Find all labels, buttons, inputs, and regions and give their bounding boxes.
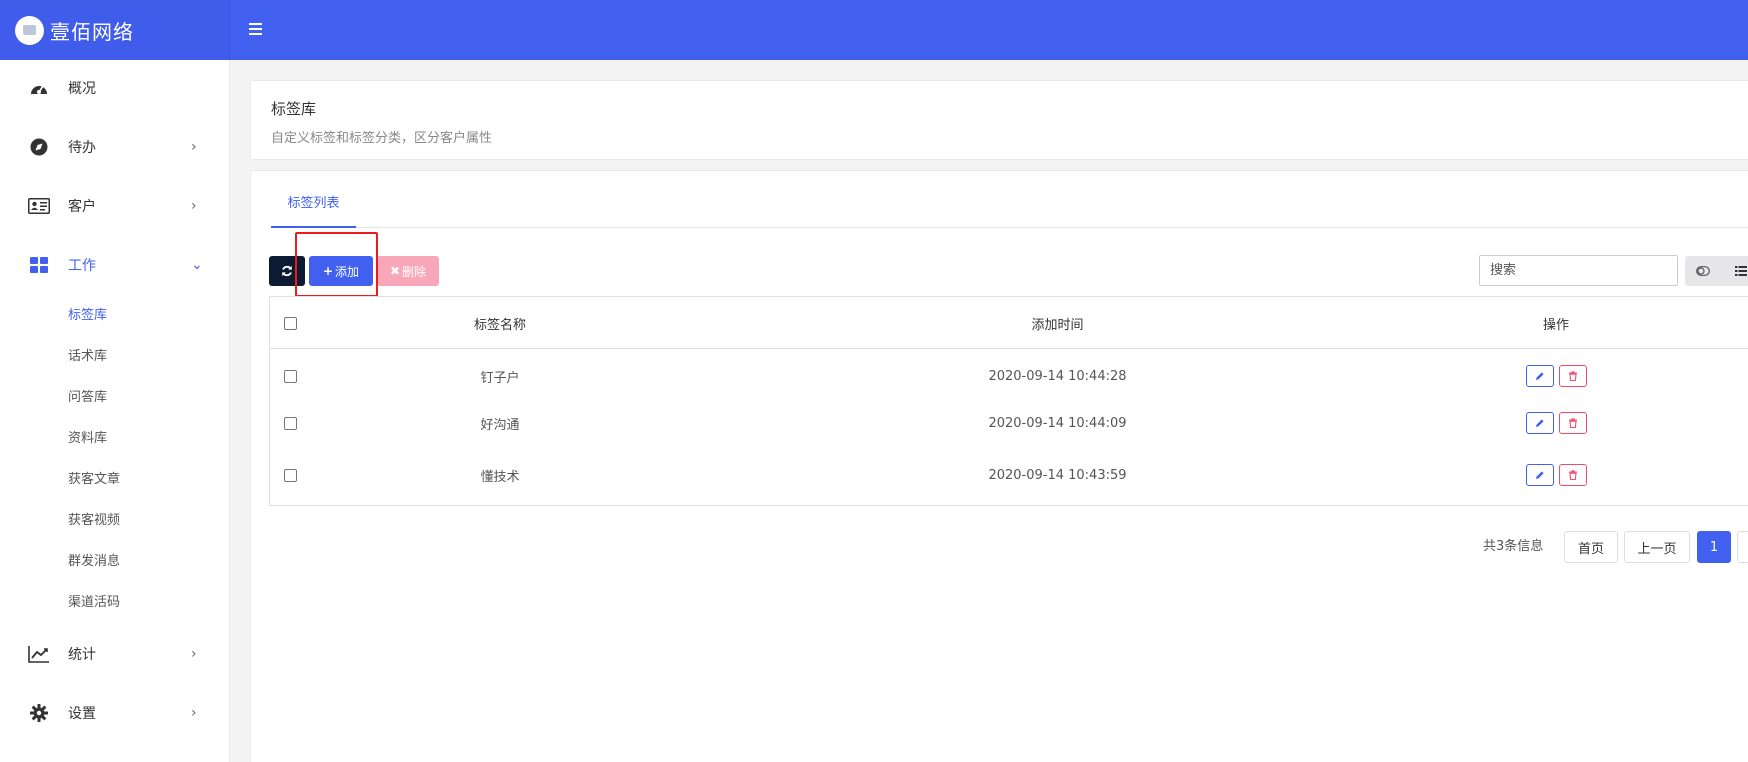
sidebar-item-overview[interactable]: 概况 <box>0 66 230 110</box>
top-header: 壹佰网络 <box>0 0 1748 60</box>
list-view-button[interactable] <box>1723 256 1748 286</box>
sidebar-subitem-videos[interactable]: 获客视频 <box>68 509 120 528</box>
sidebar-item-label: 待办 <box>68 140 96 156</box>
sidebar-subitem-channel-code[interactable]: 渠道活码 <box>68 591 120 610</box>
tag-name: 好沟通 <box>480 417 520 433</box>
menu-toggle-icon[interactable] <box>249 23 262 35</box>
prev-page-button[interactable]: 上一页 <box>1624 531 1690 563</box>
toggle-view-button[interactable] <box>1685 256 1721 286</box>
edit-button[interactable] <box>1525 412 1554 434</box>
column-header: 标签名称 <box>473 317 526 333</box>
row-checkbox[interactable] <box>283 369 297 383</box>
compass-icon <box>28 137 50 157</box>
trash-icon <box>1568 470 1577 480</box>
id-card-icon <box>28 196 50 216</box>
sidebar-subitem-qa-library[interactable]: 问答库 <box>68 386 107 405</box>
delete-button-label: 删除 <box>402 264 427 279</box>
sidebar-subitem-script-library[interactable]: 话术库 <box>68 345 107 364</box>
tag-table: 标签名称 添加时间 操作 钉子户 2020-09-14 10:44:28 好沟通… <box>269 296 1748 506</box>
sidebar: 概况 待办 › 客户 › 工作 ⌄ 标签库 话术库 问答库 资料库 获客文章 获… <box>0 60 230 762</box>
delete-button[interactable]: ✖ 删除 <box>377 256 439 286</box>
sidebar-item-todo[interactable]: 待办 › <box>0 125 230 169</box>
page-header-card: 标签库 自定义标签和标签分类，区分客户属性 <box>250 80 1748 160</box>
delete-row-button[interactable] <box>1558 365 1587 387</box>
search-input[interactable] <box>1479 255 1678 286</box>
sidebar-item-label: 统计 <box>68 647 96 663</box>
sidebar-item-label: 概况 <box>68 81 96 97</box>
toggle-icon <box>1696 266 1710 276</box>
next-page-button[interactable] <box>1737 531 1748 563</box>
edit-button[interactable] <box>1525 365 1554 387</box>
plus-icon: + <box>322 264 334 278</box>
sidebar-subitem-tag-library[interactable]: 标签库 <box>68 304 107 323</box>
pagination-info: 共3条信息 <box>1483 539 1544 554</box>
tag-name: 钉子户 <box>480 370 520 386</box>
brand-name: 壹佰网络 <box>50 19 134 44</box>
sidebar-item-settings[interactable]: 设置 › <box>0 691 230 735</box>
pencil-icon <box>1535 471 1544 479</box>
pencil-icon <box>1535 372 1544 380</box>
row-checkbox[interactable] <box>283 468 297 482</box>
sidebar-item-customer[interactable]: 客户 › <box>0 184 230 228</box>
refresh-icon <box>282 265 292 277</box>
logo-area: 壹佰网络 <box>0 0 230 60</box>
table-row: 懂技术 2020-09-14 10:43:59 <box>270 449 1748 501</box>
trash-icon <box>1568 418 1577 428</box>
page-title: 标签库 <box>271 100 317 118</box>
page-button-current[interactable]: 1 <box>1697 531 1731 563</box>
added-time: 2020-09-14 10:44:09 <box>988 415 1127 431</box>
grid-icon <box>28 255 50 275</box>
add-button[interactable]: + 添加 <box>309 256 373 286</box>
line-chart-icon <box>28 644 50 664</box>
trash-icon <box>1568 371 1577 381</box>
delete-row-button[interactable] <box>1558 412 1587 434</box>
tag-list-card: 标签列表 + 添加 ✖ 删除 标签名称 添加时间 操作 钉子户 2020-09-… <box>250 170 1748 762</box>
chevron-right-icon: › <box>191 198 197 214</box>
first-page-button[interactable]: 首页 <box>1564 531 1618 563</box>
sidebar-subitem-articles[interactable]: 获客文章 <box>68 468 120 487</box>
sidebar-subitem-material-library[interactable]: 资料库 <box>68 427 107 446</box>
sidebar-item-label: 设置 <box>68 706 96 722</box>
tab-bar: 标签列表 <box>271 171 1748 228</box>
row-checkbox[interactable] <box>283 416 297 430</box>
tab-tag-list[interactable]: 标签列表 <box>271 171 356 228</box>
add-button-label: 添加 <box>335 264 360 279</box>
sidebar-subitem-mass-message[interactable]: 群发消息 <box>68 550 120 569</box>
dashboard-icon <box>28 78 50 98</box>
refresh-button[interactable] <box>269 256 305 286</box>
pencil-icon <box>1535 419 1544 427</box>
table-header-row: 标签名称 添加时间 操作 <box>270 297 1748 349</box>
select-all-checkbox[interactable] <box>283 316 297 330</box>
list-icon <box>1735 266 1747 276</box>
table-row: 钉子户 2020-09-14 10:44:28 <box>270 350 1748 402</box>
edit-button[interactable] <box>1525 464 1554 486</box>
column-header: 添加时间 <box>1031 317 1084 333</box>
chevron-right-icon: › <box>191 705 197 721</box>
close-icon: ✖ <box>389 264 401 278</box>
table-row: 好沟通 2020-09-14 10:44:09 <box>270 397 1748 449</box>
added-time: 2020-09-14 10:43:59 <box>988 467 1127 483</box>
gear-icon <box>28 703 50 723</box>
tag-name: 懂技术 <box>480 469 520 485</box>
sidebar-item-label: 客户 <box>68 199 96 215</box>
sidebar-item-label: 工作 <box>68 258 96 274</box>
page-subtitle: 自定义标签和标签分类，区分客户属性 <box>271 131 493 146</box>
chevron-right-icon: › <box>191 139 197 155</box>
logo-icon <box>15 15 44 45</box>
chevron-down-icon: ⌄ <box>191 257 203 273</box>
chevron-right-icon: › <box>191 646 197 662</box>
view-toggle-group <box>1685 256 1748 286</box>
sidebar-item-work[interactable]: 工作 ⌄ <box>0 243 230 287</box>
added-time: 2020-09-14 10:44:28 <box>988 368 1127 384</box>
column-header: 操作 <box>1542 317 1569 333</box>
delete-row-button[interactable] <box>1558 464 1587 486</box>
sidebar-item-stats[interactable]: 统计 › <box>0 632 230 676</box>
